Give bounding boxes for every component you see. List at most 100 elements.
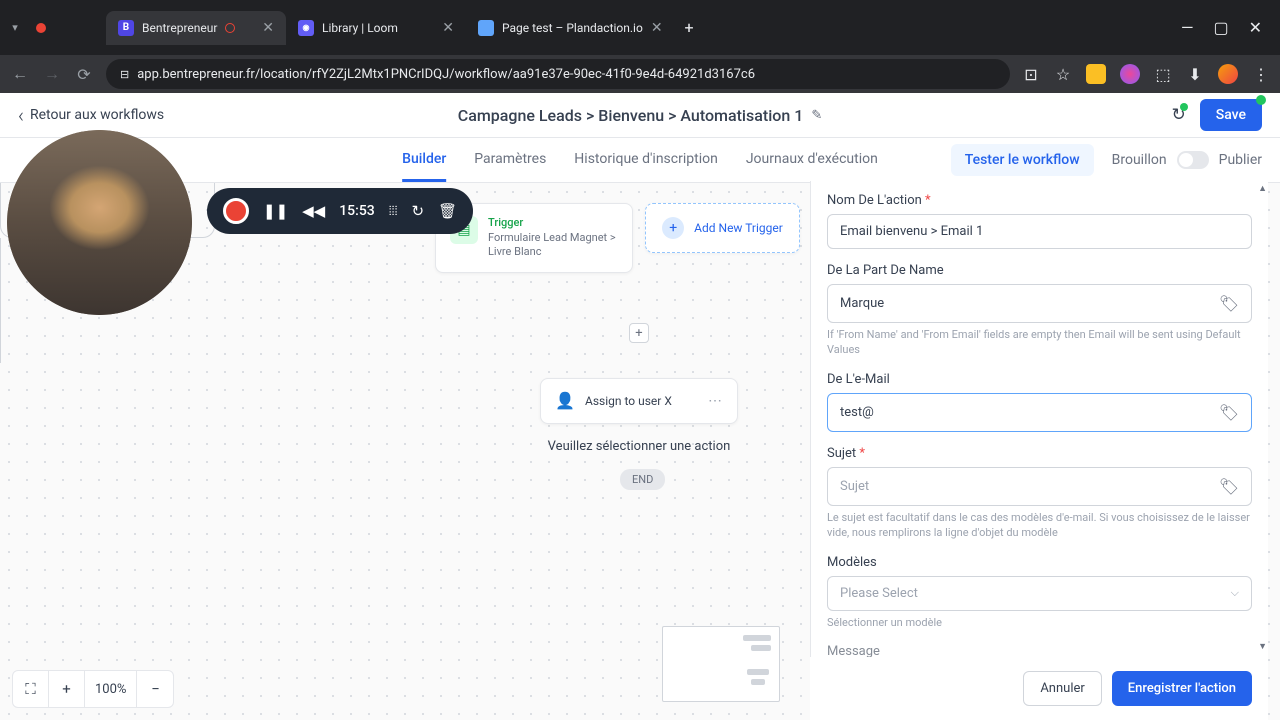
- panel-footer: Annuler Enregistrer l'action: [810, 657, 1268, 720]
- plus-icon: +: [662, 217, 684, 239]
- minimap[interactable]: [662, 626, 780, 702]
- maximize-icon[interactable]: ▢: [1213, 18, 1228, 37]
- browser-menu-icon[interactable]: ⋮: [1252, 65, 1270, 83]
- from-name-input[interactable]: 🏷: [827, 284, 1252, 323]
- zoom-level: 100%: [85, 671, 137, 707]
- publish-toggle[interactable]: [1177, 151, 1209, 169]
- bookmark-star-icon[interactable]: ☆: [1054, 65, 1072, 83]
- minimize-icon[interactable]: —: [1181, 18, 1194, 37]
- site-info-icon[interactable]: ⊟: [120, 68, 129, 81]
- tab-favicon-icon: [478, 20, 494, 36]
- workflow-canvas[interactable]: ▤ Trigger Formulaire Lead Magnet > Livre…: [0, 183, 1280, 720]
- tab-favicon-icon: B: [118, 20, 134, 36]
- subject-help: Le sujet est facultatif dans le cas des …: [827, 510, 1252, 541]
- tab-title: Library | Loom: [322, 21, 398, 35]
- breadcrumb-text: Campagne Leads > Bienvenu > Automatisati…: [458, 106, 804, 125]
- draft-label: Brouillon: [1112, 152, 1167, 168]
- new-tab-button[interactable]: +: [675, 18, 704, 37]
- save-action-button[interactable]: Enregistrer l'action: [1112, 671, 1252, 706]
- tab-historique[interactable]: Historique d'inscription: [574, 139, 718, 182]
- extension-icon[interactable]: [1120, 64, 1140, 84]
- url-input[interactable]: ⊟ app.bentrepreneur.fr/location/rfY2ZjL2…: [106, 59, 1010, 89]
- tag-icon[interactable]: 🏷: [1219, 403, 1239, 422]
- loom-webcam-avatar[interactable]: [7, 130, 192, 315]
- back-icon[interactable]: ←: [10, 64, 30, 84]
- loom-recorder-overlay: ❚❚ ◀◀ 15:53 ⦙⦙⦙ ↻ 🗑: [7, 130, 192, 315]
- from-name-help: If 'From Name' and 'From Email' fields a…: [827, 327, 1252, 358]
- publish-label: Publier: [1219, 152, 1262, 168]
- record-indicator-icon: [36, 23, 46, 33]
- extension-icon[interactable]: [1086, 64, 1106, 84]
- back-label: Retour aux workflows: [30, 107, 164, 123]
- loom-controls-bar: ❚❚ ◀◀ 15:53 ⦙⦙⦙ ↻ 🗑: [207, 188, 473, 234]
- action-settings-panel: ▲ Nom De L'action * De La Part De Name 🏷…: [810, 181, 1268, 720]
- tab-favicon-icon: ◉: [298, 20, 314, 36]
- tab-recording-icon: [225, 23, 235, 33]
- test-workflow-button[interactable]: Tester le workflow: [951, 144, 1094, 176]
- loom-stop-button[interactable]: [223, 198, 249, 224]
- subject-input[interactable]: 🏷: [827, 467, 1252, 506]
- tab-close-icon[interactable]: ✕: [262, 20, 274, 36]
- url-text: app.bentrepreneur.fr/location/rfY2ZjL2Mt…: [137, 67, 755, 82]
- loom-timer: 15:53: [339, 203, 375, 219]
- loom-pause-icon[interactable]: ❚❚: [263, 202, 288, 220]
- profile-avatar-icon[interactable]: [1218, 64, 1238, 84]
- status-dot-icon: [1180, 103, 1188, 111]
- back-to-workflows-link[interactable]: ‹ Retour aux workflows: [18, 103, 164, 127]
- loom-restart-icon[interactable]: ↻: [412, 202, 425, 220]
- assign-node[interactable]: 👤 Assign to user X ⋯: [540, 378, 738, 424]
- from-email-input[interactable]: 🏷: [827, 393, 1252, 432]
- tag-icon[interactable]: 🏷: [1219, 477, 1239, 496]
- cancel-button[interactable]: Annuler: [1023, 671, 1101, 706]
- scroll-down-icon[interactable]: ▼: [1258, 641, 1267, 652]
- fullscreen-icon[interactable]: ⛶: [13, 671, 49, 707]
- loom-delete-icon[interactable]: 🗑: [438, 202, 457, 220]
- select-action-prompt: Veuillez sélectionner une action: [540, 433, 738, 460]
- action-name-label: Nom De L'action *: [827, 193, 1252, 208]
- history-icon[interactable]: ↻: [1171, 105, 1185, 125]
- reload-icon[interactable]: ⟳: [74, 65, 94, 84]
- close-window-icon[interactable]: ✕: [1249, 18, 1262, 37]
- breadcrumb: Campagne Leads > Bienvenu > Automatisati…: [458, 106, 822, 125]
- browser-tab-bar: ▾ B Bentrepreneur ✕ ◉ Library | Loom ✕ P…: [0, 0, 1280, 55]
- from-email-label: De L'e-Mail: [827, 372, 1252, 387]
- browser-tab-1[interactable]: B Bentrepreneur ✕: [106, 11, 286, 45]
- tab-parametres[interactable]: Paramètres: [474, 139, 546, 182]
- connector-line: [0, 308, 1, 363]
- add-trigger-label: Add New Trigger: [694, 221, 783, 235]
- user-assign-icon: 👤: [555, 391, 575, 411]
- browser-dropdown-icon[interactable]: ▾: [8, 21, 22, 35]
- save-button[interactable]: Save: [1200, 99, 1262, 131]
- browser-tab-2[interactable]: ◉ Library | Loom ✕: [286, 11, 466, 45]
- connector-line: [0, 238, 1, 308]
- templates-help: Sélectionner un modèle: [827, 615, 1252, 630]
- action-name-input[interactable]: [827, 214, 1252, 249]
- loom-grid-icon[interactable]: ⦙⦙⦙: [389, 204, 398, 219]
- templates-select[interactable]: Please Select ⌵: [827, 576, 1252, 611]
- tab-builder[interactable]: Builder: [402, 139, 446, 182]
- zoom-in-button[interactable]: +: [49, 671, 85, 707]
- end-node: END: [620, 469, 665, 490]
- assign-label: Assign to user X: [585, 394, 672, 408]
- tab-close-icon[interactable]: ✕: [651, 20, 663, 36]
- zoom-controls: ⛶ + 100% −: [12, 670, 174, 708]
- tab-close-icon[interactable]: ✕: [442, 20, 454, 36]
- browser-tab-3[interactable]: Page test – Plandaction.io ✕: [466, 11, 675, 45]
- tab-journaux[interactable]: Journaux d'exécution: [746, 139, 878, 182]
- loom-rewind-icon[interactable]: ◀◀: [302, 202, 325, 220]
- subject-label: Sujet *: [827, 446, 1252, 461]
- forward-icon[interactable]: →: [42, 64, 62, 84]
- tab-title: Bentrepreneur: [142, 21, 217, 35]
- add-step-button[interactable]: +: [629, 323, 649, 343]
- extensions-puzzle-icon[interactable]: ⬚: [1154, 65, 1172, 83]
- downloads-icon[interactable]: ⬇: [1186, 65, 1204, 83]
- node-menu-icon[interactable]: ⋯: [708, 393, 723, 409]
- trigger-title: Trigger: [488, 216, 618, 229]
- zoom-out-button[interactable]: −: [137, 671, 173, 707]
- install-app-icon[interactable]: ⊡: [1022, 65, 1040, 83]
- chevron-left-icon: ‹: [18, 103, 24, 127]
- scroll-up-icon[interactable]: ▲: [1258, 183, 1267, 194]
- add-trigger-button[interactable]: + Add New Trigger: [645, 203, 800, 253]
- edit-pencil-icon[interactable]: ✎: [811, 108, 822, 123]
- tag-icon[interactable]: 🏷: [1219, 294, 1239, 313]
